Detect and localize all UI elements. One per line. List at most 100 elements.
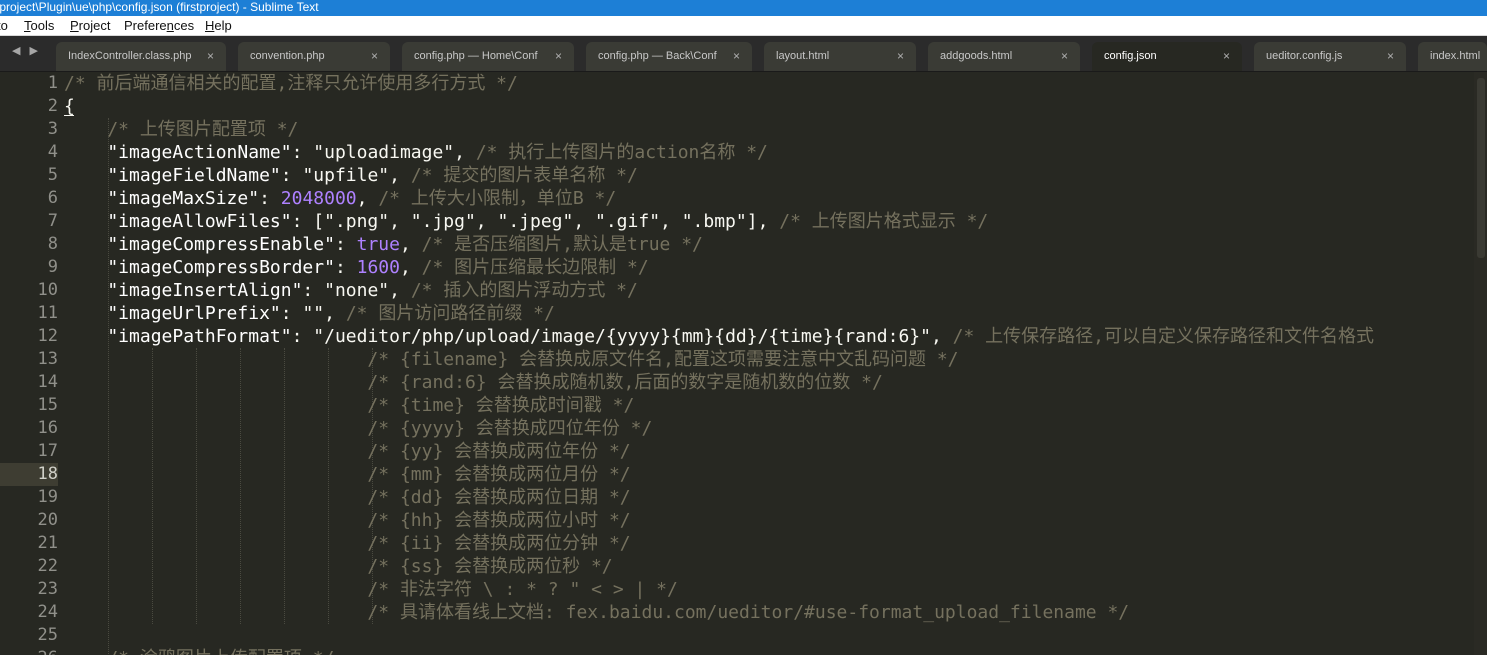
scrollbar-thumb[interactable] [1477,78,1485,258]
code-token: : [280,303,303,324]
code-token: /* 具请体看线上文档: fex.baidu.com/ueditor/#use-… [64,602,1130,623]
tab-close-icon[interactable]: × [1387,42,1394,71]
code-token: /* {ii} 会替换成两位分钟 */ [64,533,631,554]
code-token: /* 上传大小限制，单位B */ [378,188,617,209]
code-line[interactable]: "imageInsertAlign": "none", /* 插入的图片浮动方式… [64,279,638,302]
code-line[interactable]: /* {ss} 会替换成两位秒 */ [64,555,612,578]
code-token: /* {yyyy} 会替换成四位年份 */ [64,418,653,439]
code-line[interactable]: "imageActionName": "uploadimage", /* 执行上… [64,141,768,164]
code-token: "imageAllowFiles" [64,211,292,232]
code-line[interactable]: "imageUrlPrefix": "", /* 图片访问路径前缀 */ [64,302,555,325]
code-token: "imageMaxSize" [64,188,260,209]
window-title: :project\Plugin\ue\php\config.json (firs… [0,0,319,14]
code-editor[interactable]: 1 2 3 4 5 6 7 8 9 10 11 12 13 14 15 16 17 18 19 20 21 22 23 24 2… [0,72,1487,655]
tab-close-icon[interactable]: × [897,42,904,71]
code-line[interactable]: /* 具请体看线上文档: fex.baidu.com/ueditor/#use-… [64,601,1129,624]
code-token: "upfile" [302,165,390,186]
code-line[interactable]: /* {filename} 会替换成原文件名,配置这项需要注意中文乱码问题 */ [64,348,958,371]
menu-item-tools[interactable]: Tools [24,16,54,36]
tab-close-icon[interactable]: × [371,42,378,71]
code-token: 2048000 [280,188,357,209]
code-token: /* {time} 会替换成时间戳 */ [64,395,635,416]
menu-item-preferences[interactable]: Preferences [124,16,194,36]
code-token: /* 提交的图片表单名称 */ [410,165,638,186]
tab-index-html[interactable]: index.html [1418,42,1487,71]
menu-item-help[interactable]: Help [205,16,232,36]
tab-addgoods-html[interactable]: addgoods.html × [928,42,1080,71]
code-line[interactable]: /* {time} 会替换成时间戳 */ [64,394,634,417]
code-token: "imageInsertAlign" [64,280,303,301]
line-number: 1 [47,73,58,93]
line-number: 7 [47,211,58,231]
code-token: , [930,326,953,347]
line-number: 12 [37,326,58,346]
tab-convention-php[interactable]: convention.php × [238,42,390,71]
code-line[interactable]: /* {dd} 会替换成两位日期 */ [64,486,631,509]
tab-close-icon[interactable]: × [733,42,740,71]
menu-item-project[interactable]: Project [70,16,110,36]
code-token: "imageCompressEnable" [64,234,335,255]
tab-ueditor-config-js[interactable]: ueditor.config.js × [1254,42,1406,71]
code-token: : [302,280,325,301]
code-line[interactable]: /* {yy} 会替换成两位年份 */ [64,440,630,463]
code-line[interactable]: /* 前后端通信相关的配置,注释只允许使用多行方式 */ [64,72,518,95]
line-number: 19 [37,487,58,507]
line-number: 23 [37,579,58,599]
tab-indexcontroller-class-php[interactable]: IndexController.class.php × [56,42,226,71]
menu-item-to[interactable]: to [0,16,8,36]
code-line[interactable]: /* 上传图片配置项 */ [64,118,298,141]
code-line[interactable]: /* {hh} 会替换成两位小时 */ [64,509,630,532]
tab-config-json[interactable]: config.json × [1092,42,1242,71]
line-number: 16 [37,418,58,438]
code-token: , [389,165,411,186]
title-bar: :project\Plugin\ue\php\config.json (firs… [0,0,1487,16]
tab-close-icon[interactable]: × [1061,42,1068,71]
tab-label: layout.html [776,50,830,62]
code-line[interactable]: "imageMaxSize": 2048000, /* 上传大小限制，单位B *… [64,187,616,210]
code-line[interactable]: /* 涂鸦图片上传配置项 */ [64,647,334,655]
code-line[interactable]: /* {yyyy} 会替换成四位年份 */ [64,417,652,440]
code-token: : [".png", ".jpg", ".jpeg", ".gif", ".bm… [291,211,780,232]
code-line[interactable]: /* {mm} 会替换成两位月份 */ [64,463,630,486]
code-token: /* 上传图片配置项 */ [64,119,299,140]
code-token: /* 插入的图片浮动方式 */ [410,280,638,301]
code-token: : [291,142,314,163]
code-token: /* {dd} 会替换成两位日期 */ [64,487,631,508]
tab-nav-arrows-icon[interactable]: ◀ ▶ [12,44,41,57]
line-number: 15 [37,395,58,415]
code-line[interactable]: "imageCompressBorder": 1600, /* 图片压缩最长边限… [64,256,648,279]
code-line[interactable]: "imageFieldName": "upfile", /* 提交的图片表单名称… [64,164,638,187]
code-token: /* 非法字符 \ : * ? " < > | */ [64,579,678,600]
tab-close-icon[interactable]: × [555,42,562,71]
code-token: "imageCompressBorder" [64,257,335,278]
code-line[interactable]: /* {rand:6} 会替换成随机数,后面的数字是随机数的位数 */ [64,371,882,394]
code-line[interactable]: /* 非法字符 \ : * ? " < > | */ [64,578,678,601]
line-number: 11 [37,303,58,323]
tab-close-icon[interactable]: × [1223,42,1230,71]
tab-config-php-back-conf[interactable]: config.php — Back\Conf × [586,42,752,71]
code-line[interactable]: "imageCompressEnable": true, /* 是否压缩图片,默… [64,233,703,256]
code-line[interactable]: "imagePathFormat": "/ueditor/php/upload/… [64,325,1374,348]
code-token: /* 执行上传图片的action名称 */ [475,142,768,163]
code-token: , [399,234,422,255]
tab-label: ueditor.config.js [1266,50,1343,62]
tab-close-icon[interactable]: × [207,42,214,71]
tab-layout-html[interactable]: layout.html × [764,42,916,71]
tab-config-php-home-conf[interactable]: config.php — Home\Conf × [402,42,574,71]
code-line[interactable]: "imageAllowFiles": [".png", ".jpg", ".jp… [64,210,988,233]
line-number: 3 [47,119,58,139]
line-number: 22 [37,556,58,576]
line-number: 25 [37,625,58,645]
code-token: "none" [324,280,390,301]
line-number: 17 [37,441,58,461]
line-number: 10 [37,280,58,300]
code-token: , [324,303,346,324]
tab-bar: ◀ ▶ IndexController.class.php × convention… [0,36,1487,72]
code-token: /* 上传保存路径,可以自定义保存路径和文件名格式 [952,326,1375,347]
minimap-scrollbar[interactable] [1474,72,1487,655]
code-line[interactable]: /* {ii} 会替换成两位分钟 */ [64,532,631,555]
code-token: /* 是否压缩图片,默认是true */ [421,234,703,255]
code-area[interactable]: /* 前后端通信相关的配置,注释只允许使用多行方式 */{ /* 上传图片配置项… [64,72,1474,655]
line-number: 4 [47,142,58,162]
tab-label: convention.php [250,50,325,62]
